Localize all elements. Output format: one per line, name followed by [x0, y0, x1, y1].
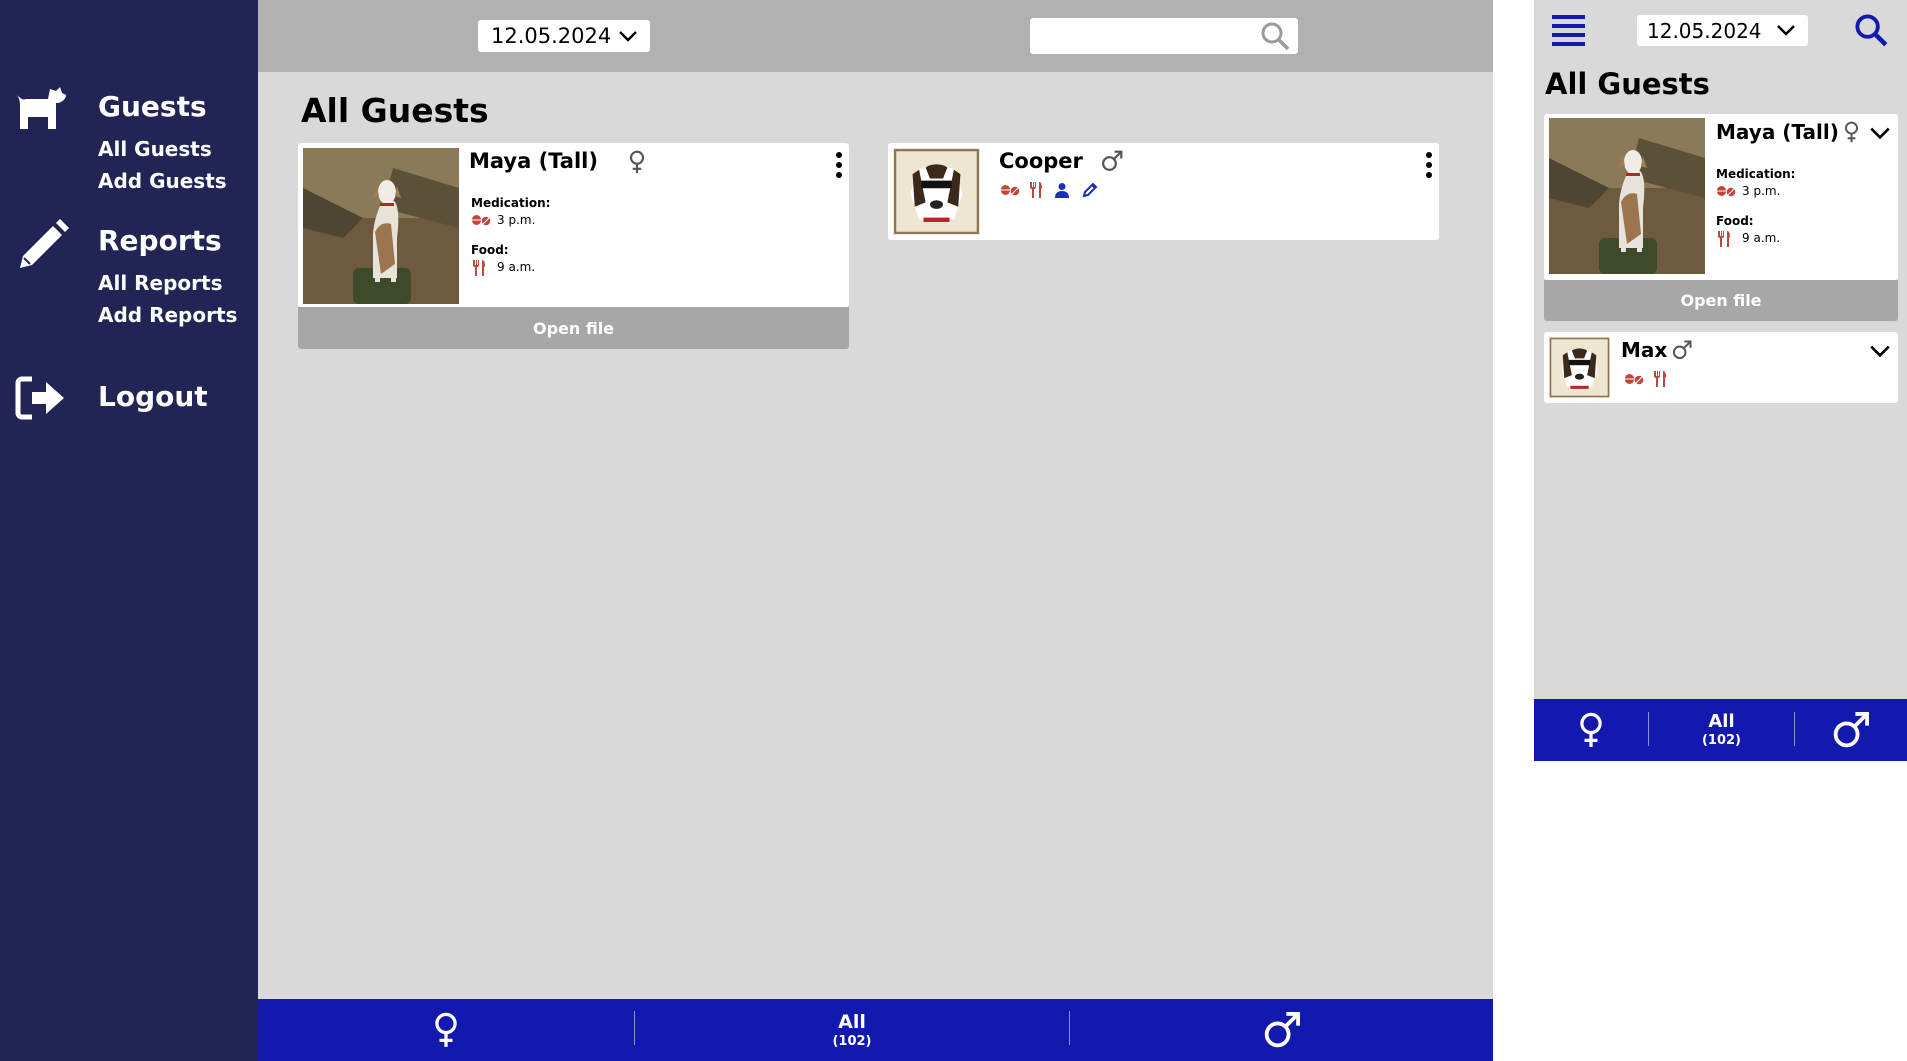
more-options-icon[interactable] — [1425, 151, 1433, 179]
nav-all-guests[interactable]: All Guests — [98, 137, 212, 161]
guest-photo-maya — [303, 148, 459, 304]
pills-icon — [1000, 183, 1020, 197]
date-value: 12.05.2024 — [1647, 18, 1762, 43]
food-label: Food: — [471, 243, 509, 257]
medication-time: 3 p.m. — [1742, 184, 1781, 198]
mobile-open-file-button[interactable]: Open file — [1544, 280, 1898, 321]
guest-photo-maya — [1549, 118, 1705, 274]
male-icon — [1832, 711, 1870, 749]
search-input[interactable] — [1030, 18, 1255, 54]
search-box — [1030, 18, 1298, 54]
date-select[interactable]: 12.05.2024 — [478, 20, 650, 52]
guest-name: Maya (Tall) — [1716, 120, 1839, 144]
female-icon — [628, 150, 646, 174]
food-time: 9 a.m. — [1742, 231, 1781, 245]
page-title: All Guests — [301, 91, 489, 130]
pencil-icon — [1082, 182, 1098, 198]
pills-icon — [1624, 372, 1644, 386]
mobile-date-select[interactable]: 12.05.2024 — [1637, 15, 1808, 46]
nav-all-reports[interactable]: All Reports — [98, 271, 223, 295]
date-value: 12.05.2024 — [491, 24, 612, 48]
gender-filter-bar: All (102) — [258, 999, 1493, 1061]
more-options-icon[interactable] — [835, 151, 843, 179]
filter-all-count: (102) — [832, 1033, 872, 1049]
topbar: 12.05.2024 — [258, 0, 1493, 72]
chevron-down-icon[interactable] — [1869, 344, 1891, 358]
chevron-down-icon — [1776, 21, 1796, 39]
fork-knife-icon — [1716, 230, 1732, 248]
guest-name: Cooper — [999, 149, 1083, 173]
pills-icon — [471, 213, 491, 227]
filter-male[interactable] — [1795, 699, 1907, 761]
filter-all-label: All — [1708, 711, 1735, 732]
nav-add-reports[interactable]: Add Reports — [98, 303, 237, 327]
filter-male[interactable] — [1070, 999, 1493, 1061]
hamburger-menu-icon[interactable] — [1552, 14, 1585, 46]
guest-name: Max — [1621, 338, 1668, 362]
male-icon — [1263, 1011, 1301, 1049]
guest-name: Maya (Tall) — [469, 149, 598, 173]
nav-logout[interactable]: Logout — [98, 380, 208, 413]
filter-all-count: (102) — [1701, 733, 1742, 748]
sidebar: Guests All Guests Add Guests Reports All… — [0, 0, 258, 1061]
guest-card-maya[interactable]: Maya (Tall) Medication: 3 p.m. Food: 9 a… — [298, 143, 849, 307]
filter-all-label: All — [838, 1010, 866, 1033]
fork-knife-icon — [471, 259, 487, 277]
nav-guests[interactable]: Guests — [98, 90, 207, 123]
fork-knife-icon — [1028, 181, 1044, 199]
food-label: Food: — [1716, 214, 1754, 228]
guest-card-cooper[interactable]: Cooper — [888, 143, 1439, 240]
pills-icon — [1716, 184, 1736, 198]
medication-label: Medication: — [471, 196, 551, 210]
filter-all[interactable]: All (102) — [635, 999, 1069, 1061]
person-icon — [1054, 182, 1070, 198]
medication-label: Medication: — [1716, 167, 1796, 181]
search-icon[interactable] — [1854, 13, 1888, 47]
mobile-gender-filter-bar: All (102) — [1534, 699, 1907, 761]
filter-female[interactable] — [258, 999, 634, 1061]
food-time: 9 a.m. — [497, 260, 536, 274]
guest-photo-max — [1549, 337, 1610, 398]
pencil-icon — [20, 219, 69, 268]
female-icon — [1843, 121, 1860, 143]
guest-photo-cooper — [893, 148, 980, 235]
open-file-button[interactable]: Open file — [298, 307, 849, 349]
medication-time: 3 p.m. — [497, 213, 536, 227]
chevron-down-icon[interactable] — [1869, 126, 1891, 140]
filter-all[interactable]: All (102) — [1649, 699, 1794, 761]
female-icon — [433, 1011, 459, 1049]
filter-female[interactable] — [1534, 699, 1648, 761]
nav-reports[interactable]: Reports — [98, 224, 222, 257]
male-icon — [1101, 150, 1123, 172]
female-icon — [1578, 711, 1604, 749]
main-content: 12.05.2024 All Guests Maya (Tall) Medica… — [258, 0, 1493, 1061]
mobile-guest-card-maya[interactable]: Maya (Tall) Medication: 3 p.m. Food: 9 a… — [1544, 114, 1898, 280]
nav-add-guests[interactable]: Add Guests — [98, 169, 227, 193]
chevron-down-icon — [618, 26, 638, 46]
app: Guests All Guests Add Guests Reports All… — [0, 0, 1907, 1061]
fork-knife-icon — [1652, 370, 1668, 388]
mobile-topbar: 12.05.2024 — [1534, 0, 1907, 59]
logout-icon — [15, 376, 64, 420]
mobile-guest-card-max[interactable]: Max — [1544, 332, 1898, 403]
male-icon — [1672, 340, 1692, 360]
mobile-page-title: All Guests — [1545, 67, 1710, 101]
dog-icon — [16, 87, 66, 129]
search-icon[interactable] — [1260, 21, 1290, 51]
mobile-preview: 12.05.2024 All Guests Maya (Tall) Medica… — [1534, 0, 1907, 761]
